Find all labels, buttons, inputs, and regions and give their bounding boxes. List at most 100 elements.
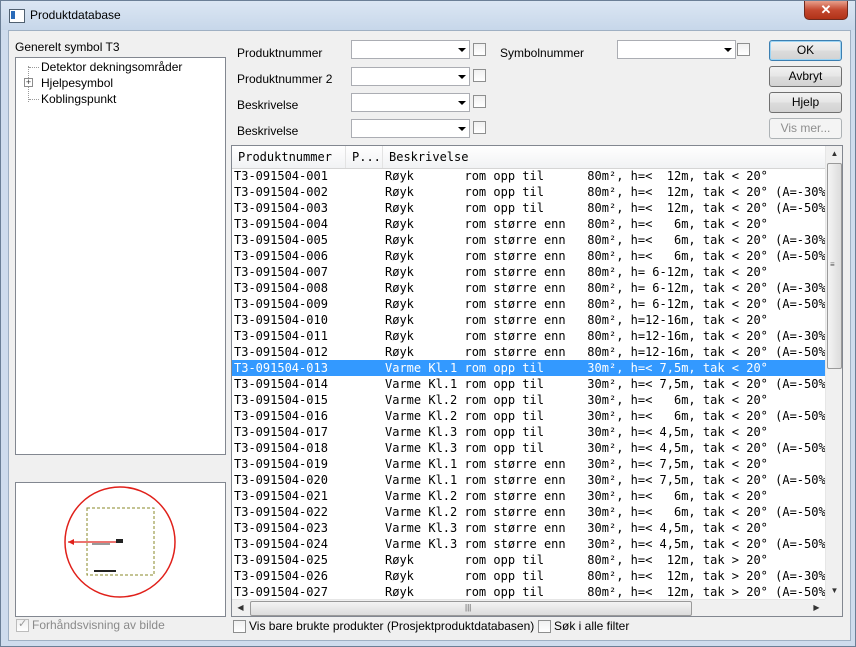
close-button[interactable]: ✕: [804, 1, 848, 20]
horizontal-scrollbar[interactable]: ◀ ||| ▶: [232, 599, 825, 616]
symbolnummer-checkbox[interactable]: [737, 43, 750, 56]
cell-produktnummer: T3-091504-010: [234, 313, 328, 327]
vis-bare-checkbox[interactable]: [233, 620, 246, 633]
table-row[interactable]: T3-091504-015 Varme Kl.2 rom opp til 30m²…: [232, 392, 825, 408]
table-row[interactable]: T3-091504-010 Røyk rom større enn 80m², h…: [232, 312, 825, 328]
table-row[interactable]: T3-091504-027 Røyk rom opp til 80m², h=< …: [232, 584, 825, 600]
table-row[interactable]: T3-091504-023 Varme Kl.3 rom større enn 3…: [232, 520, 825, 536]
beskrivelse1-label: Beskrivelse: [237, 98, 299, 112]
table-row[interactable]: T3-091504-017 Varme Kl.3 rom opp til 30m²…: [232, 424, 825, 440]
produktnummer2-checkbox[interactable]: [473, 69, 486, 82]
cell-produktnummer: T3-091504-014: [234, 377, 328, 391]
table-row[interactable]: T3-091504-002 Røyk rom opp til 80m², h=< …: [232, 184, 825, 200]
table-row[interactable]: T3-091504-020 Varme Kl.1 rom større enn 3…: [232, 472, 825, 488]
sok-alle-checkbox[interactable]: [538, 620, 551, 633]
horizontal-scroll-thumb[interactable]: |||: [250, 601, 692, 616]
cell-beskrivelse: Varme Kl.1 rom større enn 30m², h=< 7,5m…: [385, 457, 768, 471]
table-row[interactable]: T3-091504-019 Varme Kl.1 rom større enn 3…: [232, 456, 825, 472]
table-row[interactable]: T3-091504-026 Røyk rom opp til 80m², h=< …: [232, 568, 825, 584]
table-row[interactable]: T3-091504-024 Varme Kl.3 rom større enn 3…: [232, 536, 825, 552]
cell-produktnummer: T3-091504-016: [234, 409, 328, 423]
beskrivelse2-label: Beskrivelse: [237, 124, 299, 138]
table-row[interactable]: T3-091504-018 Varme Kl.3 rom opp til 30m²…: [232, 440, 825, 456]
tree-item-detektor[interactable]: Detektor dekningsområder: [41, 60, 182, 74]
table-row[interactable]: T3-091504-011 Røyk rom større enn 80m², h…: [232, 328, 825, 344]
table-row[interactable]: T3-091504-012 Røyk rom større enn 80m², h…: [232, 344, 825, 360]
chevron-down-icon: [458, 127, 466, 131]
beskrivelse2-combo[interactable]: [351, 119, 470, 138]
table-row[interactable]: T3-091504-006 Røyk rom større enn 80m², h…: [232, 248, 825, 264]
ok-button[interactable]: OK: [769, 40, 842, 61]
table-row[interactable]: T3-091504-007 Røyk rom større enn 80m², h…: [232, 264, 825, 280]
cell-beskrivelse: Røyk rom større enn 80m², h= 6-12m, tak …: [385, 281, 825, 295]
cell-produktnummer: T3-091504-007: [234, 265, 328, 279]
dialog-body: Generelt symbol T3 Detektor dekningsområ…: [8, 30, 851, 641]
cell-beskrivelse: Røyk rom større enn 80m², h= 6-12m, tak …: [385, 265, 768, 279]
cell-produktnummer: T3-091504-027: [234, 585, 328, 599]
cell-beskrivelse: Varme Kl.1 rom opp til 30m², h=< 7,5m, t…: [385, 377, 825, 391]
list-header: Produktnummer P... Beskrivelse: [232, 146, 825, 169]
tree-connector: [29, 99, 39, 100]
scroll-right-icon[interactable]: ▶: [808, 603, 825, 612]
table-row[interactable]: T3-091504-014 Varme Kl.1 rom opp til 30m²…: [232, 376, 825, 392]
preview-checkbox[interactable]: ✓: [16, 618, 29, 632]
expand-icon[interactable]: +: [24, 78, 33, 87]
table-row[interactable]: T3-091504-025 Røyk rom opp til 80m², h=< …: [232, 552, 825, 568]
produktnummer-checkbox[interactable]: [473, 43, 486, 56]
symbol-tree[interactable]: Detektor dekningsområder + Hjelpesymbol …: [15, 57, 226, 455]
cell-beskrivelse: Røyk rom større enn 80m², h=< 6m, tak < …: [385, 249, 825, 263]
cell-produktnummer: T3-091504-003: [234, 201, 328, 215]
tree-item-hjelpesymbol[interactable]: Hjelpesymbol: [41, 76, 113, 90]
cell-produktnummer: T3-091504-026: [234, 569, 328, 583]
table-row[interactable]: T3-091504-009 Røyk rom større enn 80m², h…: [232, 296, 825, 312]
tree-item-koblingspunkt[interactable]: Koblingspunkt: [41, 92, 116, 106]
table-row[interactable]: T3-091504-022 Varme Kl.2 rom større enn 3…: [232, 504, 825, 520]
cell-produktnummer: T3-091504-002: [234, 185, 328, 199]
scroll-down-icon[interactable]: ▼: [826, 586, 842, 595]
table-row[interactable]: T3-091504-013 Varme Kl.1 rom opp til 30m²…: [232, 360, 825, 376]
vertical-scrollbar[interactable]: ▲ ≡ ▼: [825, 146, 842, 599]
table-row[interactable]: T3-091504-005 Røyk rom større enn 80m², h…: [232, 232, 825, 248]
chevron-down-icon: [458, 75, 466, 79]
cell-beskrivelse: Røyk rom opp til 80m², h=< 12m, tak < 20…: [385, 185, 825, 199]
title-bar[interactable]: Produktdatabase ✕: [1, 1, 855, 30]
cell-beskrivelse: Røyk rom større enn 80m², h=12-16m, tak …: [385, 345, 825, 359]
preview-checkbox-label: Forhåndsvisning av bilde: [32, 618, 165, 632]
scroll-left-icon[interactable]: ◀: [232, 603, 249, 612]
table-row[interactable]: T3-091504-021 Varme Kl.2 rom større enn 3…: [232, 488, 825, 504]
sok-alle-label: Søk i alle filter: [554, 619, 630, 633]
product-list[interactable]: Produktnummer P... Beskrivelse T3-091504…: [231, 145, 843, 617]
beskrivelse1-combo[interactable]: [351, 93, 470, 112]
column-header-p[interactable]: P...: [346, 146, 383, 168]
cell-beskrivelse: Varme Kl.3 rom opp til 30m², h=< 4,5m, t…: [385, 425, 768, 439]
produktnummer2-combo[interactable]: [351, 67, 470, 86]
vis-mer-button[interactable]: Vis mer...: [769, 118, 842, 139]
table-row[interactable]: T3-091504-003 Røyk rom opp til 80m², h=< …: [232, 200, 825, 216]
cell-produktnummer: T3-091504-019: [234, 457, 328, 471]
cell-beskrivelse: Varme Kl.3 rom større enn 30m², h=< 4,5m…: [385, 521, 768, 535]
column-header-beskrivelse[interactable]: Beskrivelse: [383, 146, 825, 168]
beskrivelse1-checkbox[interactable]: [473, 95, 486, 108]
cell-beskrivelse: Røyk rom opp til 80m², h=< 12m, tak < 20…: [385, 169, 768, 183]
cell-beskrivelse: Røyk rom større enn 80m², h=12-16m, tak …: [385, 313, 768, 327]
avbryt-button[interactable]: Avbryt: [769, 66, 842, 87]
symbolnummer-combo[interactable]: [617, 40, 736, 59]
cell-produktnummer: T3-091504-004: [234, 217, 328, 231]
table-row[interactable]: T3-091504-016 Varme Kl.2 rom opp til 30m²…: [232, 408, 825, 424]
vertical-scroll-thumb[interactable]: ≡: [827, 163, 842, 369]
beskrivelse2-checkbox[interactable]: [473, 121, 486, 134]
table-row[interactable]: T3-091504-004 Røyk rom større enn 80m², h…: [232, 216, 825, 232]
column-header-produktnummer[interactable]: Produktnummer: [232, 146, 346, 168]
produktnummer-label: Produktnummer: [237, 46, 323, 60]
table-row[interactable]: T3-091504-008 Røyk rom større enn 80m², h…: [232, 280, 825, 296]
chevron-down-icon: [458, 101, 466, 105]
hjelp-button[interactable]: Hjelp: [769, 92, 842, 113]
scroll-up-icon[interactable]: ▲: [826, 149, 842, 158]
table-row[interactable]: T3-091504-001 Røyk rom opp til 80m², h=< …: [232, 168, 825, 184]
tree-connector: [29, 67, 39, 68]
chevron-down-icon: [458, 48, 466, 52]
cell-produktnummer: T3-091504-023: [234, 521, 328, 535]
vis-bare-label: Vis bare brukte produkter (Prosjektprodu…: [249, 619, 535, 633]
produktnummer-combo[interactable]: [351, 40, 470, 59]
cell-beskrivelse: Røyk rom opp til 80m², h=< 12m, tak > 20…: [385, 553, 768, 567]
